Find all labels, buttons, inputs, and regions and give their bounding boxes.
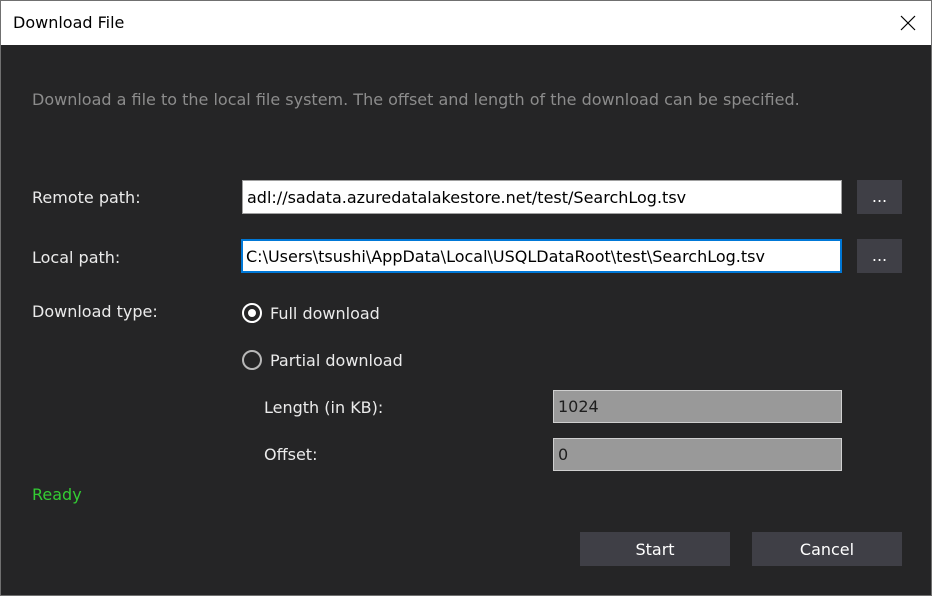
- start-button[interactable]: Start: [580, 532, 730, 566]
- radio-checked-icon: [242, 303, 262, 323]
- offset-label: Offset:: [264, 445, 318, 464]
- radio-unchecked-icon: [242, 350, 262, 370]
- remote-path-label: Remote path:: [32, 188, 141, 207]
- offset-input[interactable]: [553, 438, 842, 471]
- title-bar: Download File: [1, 1, 931, 45]
- full-download-label: Full download: [270, 303, 380, 323]
- close-button[interactable]: [885, 1, 931, 45]
- length-input[interactable]: [553, 390, 842, 423]
- local-path-input[interactable]: [241, 239, 842, 273]
- download-file-dialog: Download File Download a file to the loc…: [0, 0, 932, 596]
- download-type-label: Download type:: [32, 302, 158, 321]
- dialog-description: Download a file to the local file system…: [32, 90, 800, 109]
- length-label: Length (in KB):: [264, 398, 384, 417]
- partial-download-label: Partial download: [270, 350, 403, 370]
- local-path-browse-button[interactable]: ...: [857, 239, 902, 273]
- window-title: Download File: [13, 13, 125, 32]
- remote-path-input[interactable]: [242, 180, 842, 214]
- remote-path-browse-button[interactable]: ...: [857, 180, 902, 214]
- partial-download-radio[interactable]: Partial download: [242, 348, 403, 372]
- full-download-radio[interactable]: Full download: [242, 301, 380, 325]
- close-icon: [900, 15, 916, 31]
- status-text: Ready: [32, 485, 82, 504]
- local-path-label: Local path:: [32, 248, 121, 267]
- cancel-button[interactable]: Cancel: [752, 532, 902, 566]
